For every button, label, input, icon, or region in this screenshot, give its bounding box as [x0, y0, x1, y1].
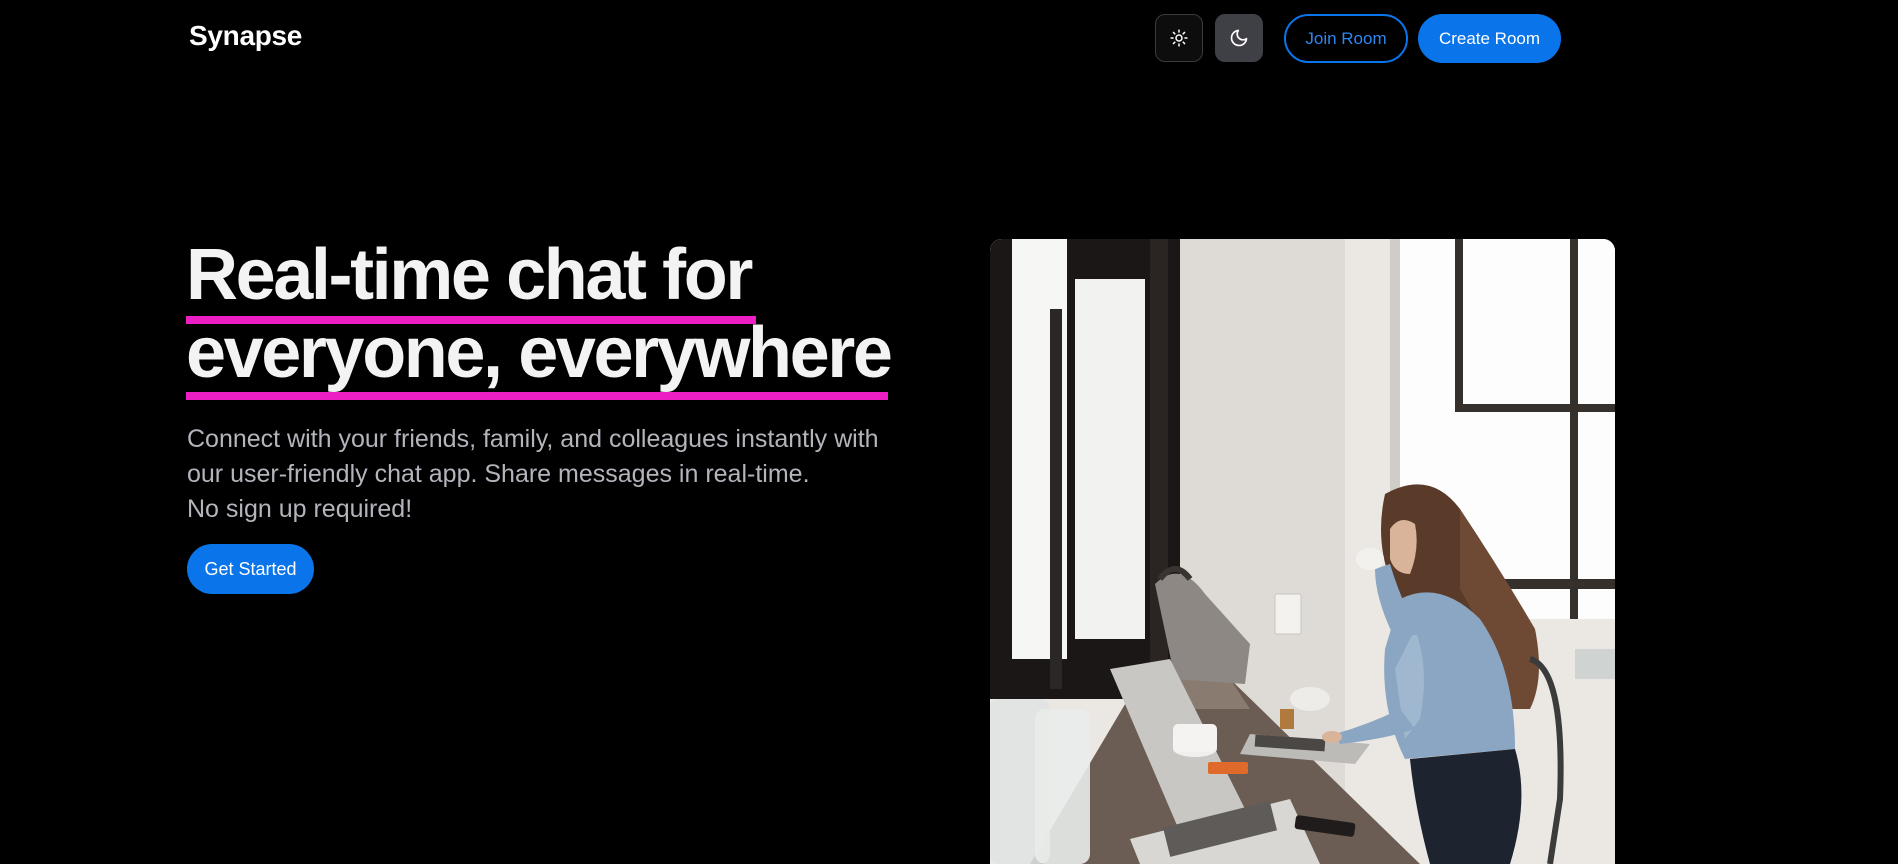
hero-title-line-1: Real-time chat for [186, 236, 891, 314]
hero-title-line-2: everyone, everywhere [186, 313, 893, 393]
hero-description-line-2: our user-friendly chat app. Share messag… [187, 460, 810, 488]
light-theme-button[interactable] [1155, 14, 1203, 62]
sun-icon [1170, 29, 1188, 47]
join-room-button[interactable]: Join Room [1284, 14, 1408, 63]
get-started-button[interactable]: Get Started [187, 544, 314, 594]
hero-description-line-3: No sign up required! [187, 495, 413, 523]
title-underline-2 [186, 392, 888, 400]
hero-title: Real-time chat for everyone, everywhere [186, 236, 893, 400]
hero-description: Connect with your friends, family, and c… [187, 422, 907, 527]
landing-page: Synapse Join Room Create Room Real-time … [0, 0, 1898, 864]
app-logo[interactable]: Synapse [189, 20, 302, 52]
hero-title-text-1: Real-time chat for [186, 235, 753, 315]
dark-theme-button[interactable] [1215, 14, 1263, 62]
hero-description-line-1: Connect with your friends, family, and c… [187, 425, 879, 453]
hero-photo-illustration [990, 239, 1615, 864]
hero-title-text-2: everyone, everywhere [186, 313, 893, 393]
moon-icon [1230, 29, 1248, 47]
create-room-button[interactable]: Create Room [1418, 14, 1561, 63]
hero-image [990, 239, 1615, 864]
